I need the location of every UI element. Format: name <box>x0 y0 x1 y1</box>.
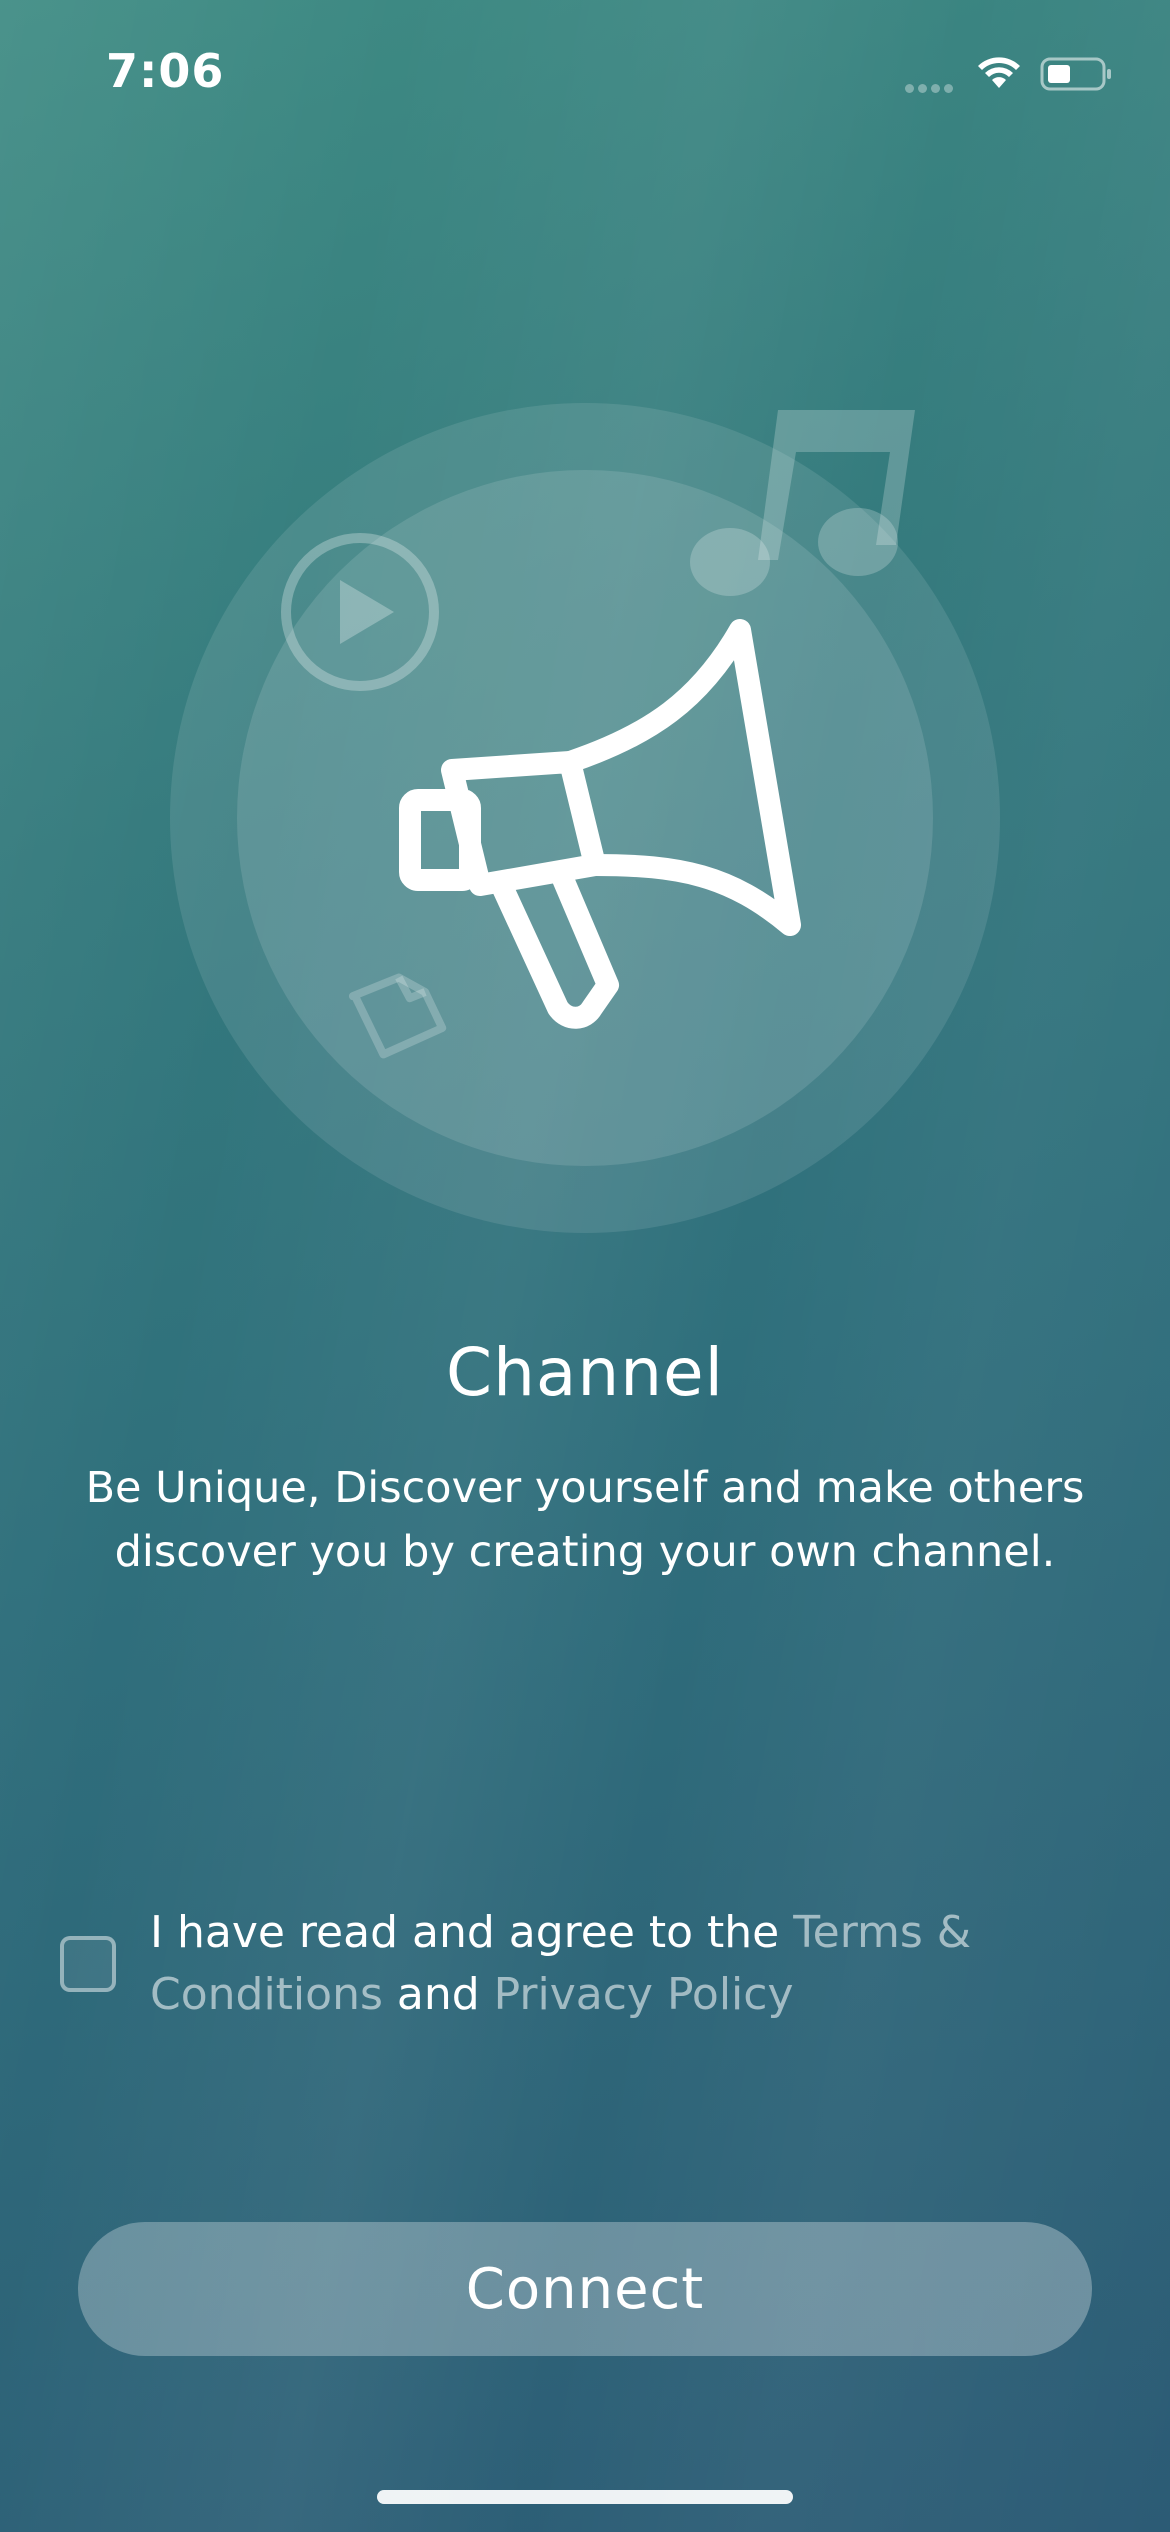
page-description: Be Unique, Discover yourself and make ot… <box>85 1463 1085 1577</box>
home-indicator <box>377 2490 793 2504</box>
privacy-link[interactable]: Privacy Policy <box>494 1969 794 2020</box>
agreement-prefix: I have read and agree to the <box>150 1907 794 1958</box>
page-title: Channel <box>446 1334 724 1411</box>
channel-illustration <box>170 403 1000 1233</box>
agreement-row: I have read and agree to the Terms & Con… <box>60 1902 1120 2042</box>
agreement-checkbox[interactable] <box>60 1936 116 1992</box>
agreement-conjunction: and <box>382 1969 494 2020</box>
agreement-text: I have read and agree to the Terms & Con… <box>150 1902 1080 2026</box>
connect-button[interactable]: Connect <box>78 2222 1092 2356</box>
